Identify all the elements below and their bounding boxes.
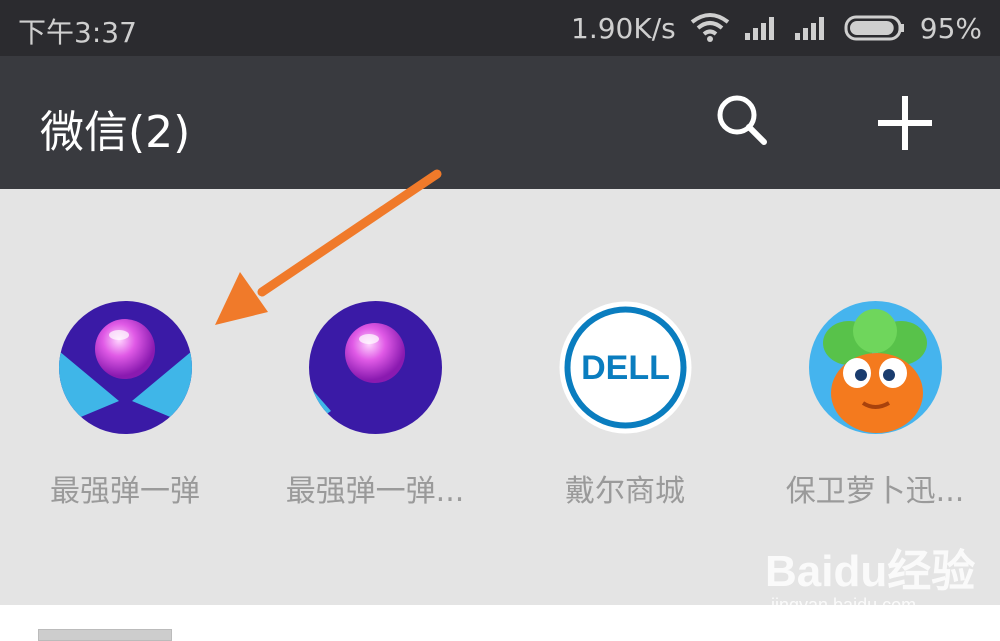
chat-avatar[interactable] <box>38 629 172 641</box>
mini-program-label: 戴尔商城 <box>565 474 685 509</box>
add-icon <box>878 96 932 150</box>
dell-logo-text: DELL <box>581 349 670 387</box>
baidu-watermark: Baidu经验 jingyan.baidu.com <box>765 535 985 625</box>
mini-program-item[interactable]: 最强弹一弹 <box>0 301 250 521</box>
battery-percent: 95% <box>919 11 982 45</box>
mini-program-item[interactable]: 最强弹一弹... <box>250 301 500 521</box>
title-bar: 微信(2) <box>0 56 1000 189</box>
status-time: 下午3:37 <box>18 16 137 49</box>
mini-program-item[interactable]: DELL 戴尔商城 <box>500 301 750 521</box>
signal-icon <box>744 15 780 41</box>
wifi-icon <box>690 12 730 44</box>
mini-program-label: 最强弹一弹 <box>50 474 200 509</box>
status-indicators: 1.90K/s 95% <box>571 0 982 56</box>
bouncing-ball-icon <box>59 301 192 434</box>
search-icon <box>717 95 767 145</box>
status-bar: 下午3:37 1.90K/s 95% <box>0 0 1000 56</box>
mini-program-item[interactable]: 保卫萝卜迅... <box>750 301 1000 521</box>
carrot-character-icon <box>809 301 942 434</box>
search-button[interactable] <box>712 90 774 152</box>
signal-icon <box>794 15 830 41</box>
mini-program-label: 保卫萝卜迅... <box>785 474 965 509</box>
dell-logo-icon: DELL <box>559 301 692 434</box>
watermark-url: jingyan.baidu.com <box>771 595 917 615</box>
battery-icon <box>844 14 906 42</box>
bouncing-ball-icon <box>309 301 442 434</box>
page-title: 微信(2) <box>40 107 191 158</box>
network-speed: 1.90K/s <box>571 11 676 45</box>
add-button[interactable] <box>872 90 938 156</box>
mini-program-label: 最强弹一弹... <box>285 474 465 509</box>
watermark-brand: Baidu经验 <box>765 547 976 596</box>
